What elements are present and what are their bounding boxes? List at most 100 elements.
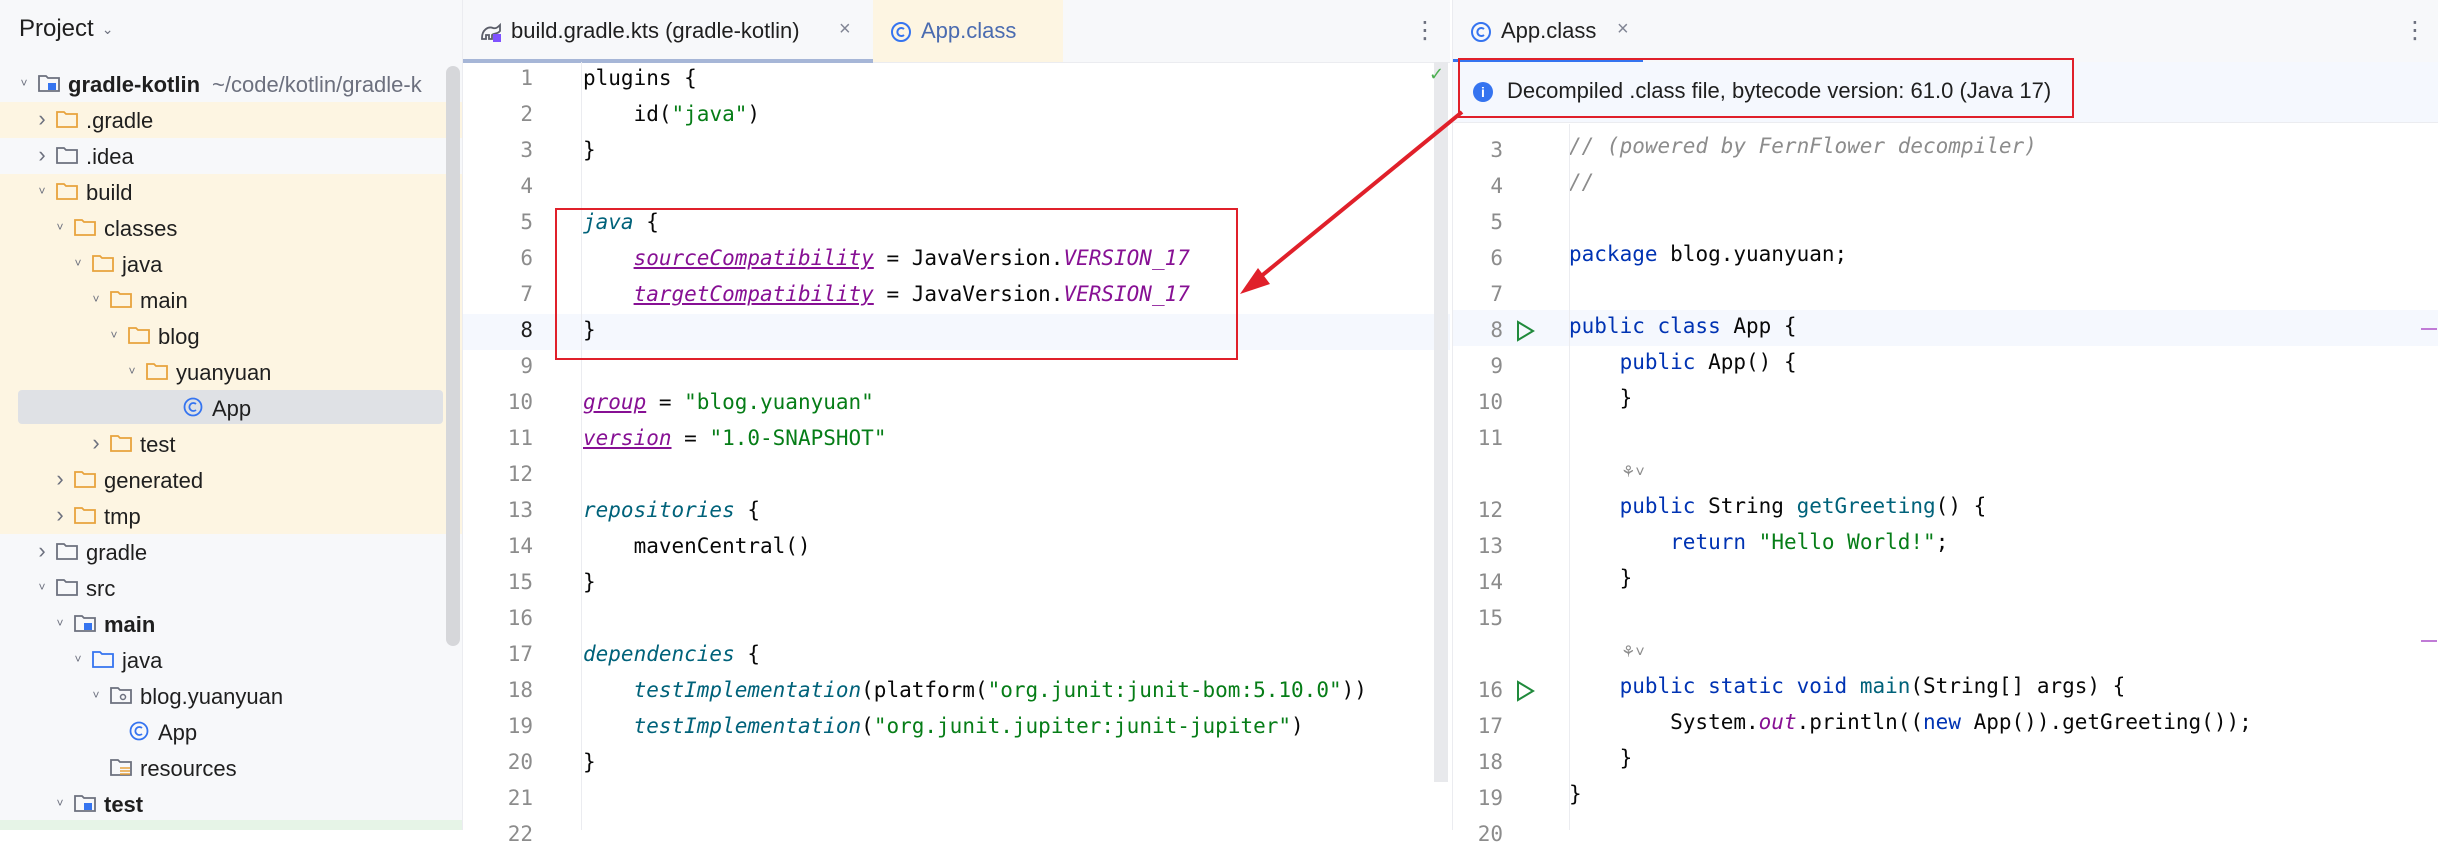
tree-item[interactable]: › .gradle	[0, 102, 462, 138]
chevron-down-icon[interactable]: ˅	[52, 615, 68, 631]
code-line: testImplementation("org.junit.jupiter:ju…	[583, 714, 1304, 738]
tab-app-class-decompiled[interactable]: App.class ×	[1453, 0, 1643, 63]
chevron-down-icon[interactable]: ˅	[70, 255, 86, 271]
code-token: }	[1569, 566, 1633, 590]
code-token: blog.yuanyuan;	[1657, 242, 1848, 266]
tree-item[interactable]: ˅ test	[0, 786, 462, 822]
tab-build-gradle-kts[interactable]: build.gradle.kts (gradle-kotlin) ×	[463, 0, 873, 63]
line-number: 20	[1477, 822, 1503, 846]
chevron-down-icon[interactable]: ˅	[16, 75, 32, 91]
folder-icon	[56, 541, 78, 561]
tree-item[interactable]: ˅ java	[0, 246, 462, 282]
inlay-hint-icon[interactable]: ⚘˅	[1621, 642, 1645, 662]
tree-item[interactable]: App	[0, 714, 462, 750]
tree-item[interactable]: ˅ gradle-kotlin ~/code/kotlin/gradle-k	[0, 66, 462, 102]
current-line-highlight	[463, 314, 1450, 350]
run-icon[interactable]	[1515, 680, 1535, 707]
code-token: App {	[1720, 314, 1797, 338]
tree-item[interactable]: ˅ classes	[0, 210, 462, 246]
code-line: }	[583, 138, 596, 162]
tree-item[interactable]: › test	[0, 426, 462, 462]
code-token: {	[734, 498, 761, 522]
code-token: new	[1923, 710, 1961, 734]
right-tab-bar: App.class × ⋮	[1453, 0, 2438, 63]
tree-item[interactable]: resources	[0, 750, 462, 786]
chevron-right-icon[interactable]: ›	[34, 144, 50, 166]
tree-scrollbar[interactable]	[446, 66, 460, 646]
more-options-icon[interactable]: ⋮	[1413, 16, 1437, 45]
project-title-dropdown[interactable]: Project ⌄	[19, 15, 113, 43]
code-line: id("java")	[583, 102, 760, 126]
tab-app-class[interactable]: App.class	[873, 0, 1063, 62]
left-scrollbar[interactable]	[1434, 62, 1448, 782]
code-token: plugins {	[583, 66, 697, 90]
tree-item[interactable]: › generated	[0, 462, 462, 498]
close-icon[interactable]: ×	[839, 18, 851, 41]
tree-item-label: .gradle	[86, 108, 153, 134]
folder-orange-icon	[74, 217, 96, 237]
code-token: package	[1569, 242, 1658, 266]
chevron-down-icon[interactable]: ˅	[124, 363, 140, 379]
line-number: 9	[1490, 354, 1503, 378]
tree-item-label: App	[158, 720, 197, 746]
tab-label: App.class	[1501, 18, 1597, 43]
tree-item[interactable]: App	[0, 390, 462, 426]
code-token: group	[583, 390, 647, 414]
close-icon[interactable]: ×	[1617, 18, 1629, 41]
chevron-down-icon[interactable]: ˅	[52, 795, 68, 811]
tree-item[interactable]: ˅ yuanyuan	[0, 354, 462, 390]
run-icon[interactable]	[1515, 320, 1535, 347]
line-number: 19	[507, 714, 533, 738]
tree-item[interactable]: › .idea	[0, 138, 462, 174]
folder-orange-icon	[56, 181, 78, 201]
chevron-right-icon[interactable]: ›	[52, 468, 68, 490]
line-number: 4	[520, 174, 533, 198]
line-number: 7	[520, 282, 533, 306]
code-token: version	[583, 426, 672, 450]
inlay-hint-icon[interactable]: ⚘˅	[1621, 462, 1645, 482]
tree-item[interactable]: ˅ blog.yuanyuan	[0, 678, 462, 714]
chevron-right-icon[interactable]: ›	[34, 540, 50, 562]
chevron-right-icon[interactable]: ›	[52, 504, 68, 526]
class-file-icon	[1471, 22, 1491, 42]
chevron-down-icon[interactable]: ˅	[70, 651, 86, 667]
tree-item[interactable]: › tmp	[0, 498, 462, 534]
chevron-down-icon[interactable]: ˅	[88, 291, 104, 307]
tree-item[interactable]: ˅ main	[0, 282, 462, 318]
code-token: )	[747, 102, 761, 126]
chevron-right-icon[interactable]: ›	[34, 108, 50, 130]
code-token: out	[1758, 710, 1797, 734]
chevron-right-icon[interactable]: ›	[88, 432, 104, 454]
code-token: }	[583, 570, 596, 594]
tree-item-label: src	[86, 576, 115, 602]
tree-item[interactable]: ˅ build	[0, 174, 462, 210]
code-token: mavenCentral()	[583, 534, 811, 558]
right-gutter: 3 4 5 6 7 8 9 10 11 12 13 14 15 16 17 18 19 20	[1453, 124, 1570, 846]
line-number: 14	[507, 534, 533, 558]
tree-item[interactable]: ˅ blog	[0, 318, 462, 354]
code-token: System.	[1569, 710, 1759, 734]
code-token: }	[583, 138, 596, 162]
chevron-down-icon[interactable]: ˅	[34, 579, 50, 595]
line-number: 10	[1477, 390, 1503, 414]
tree-item[interactable]: ˅ java	[0, 642, 462, 678]
line-number: 8	[520, 318, 533, 342]
chevron-down-icon[interactable]: ˅	[106, 327, 122, 343]
info-icon: i	[1473, 82, 1493, 102]
tree-item[interactable]: › gradle	[0, 534, 462, 570]
line-number: 3	[520, 138, 533, 162]
code-line: plugins {	[583, 66, 697, 90]
chevron-down-icon[interactable]: ˅	[34, 183, 50, 199]
chevron-down-icon[interactable]: ˅	[52, 219, 68, 235]
tree-item[interactable]: ˅ main	[0, 606, 462, 642]
chevron-down-icon[interactable]: ˅	[88, 687, 104, 703]
tree-item[interactable]: ˅ src	[0, 570, 462, 606]
package-icon	[110, 685, 132, 705]
code-token: App()).getGreeting());	[1960, 710, 2252, 734]
more-options-icon[interactable]: ⋮	[2403, 16, 2427, 45]
line-number: 11	[1477, 426, 1503, 450]
folder-orange-icon	[56, 109, 78, 129]
line-number: 15	[507, 570, 533, 594]
line-number: 18	[1477, 750, 1503, 774]
